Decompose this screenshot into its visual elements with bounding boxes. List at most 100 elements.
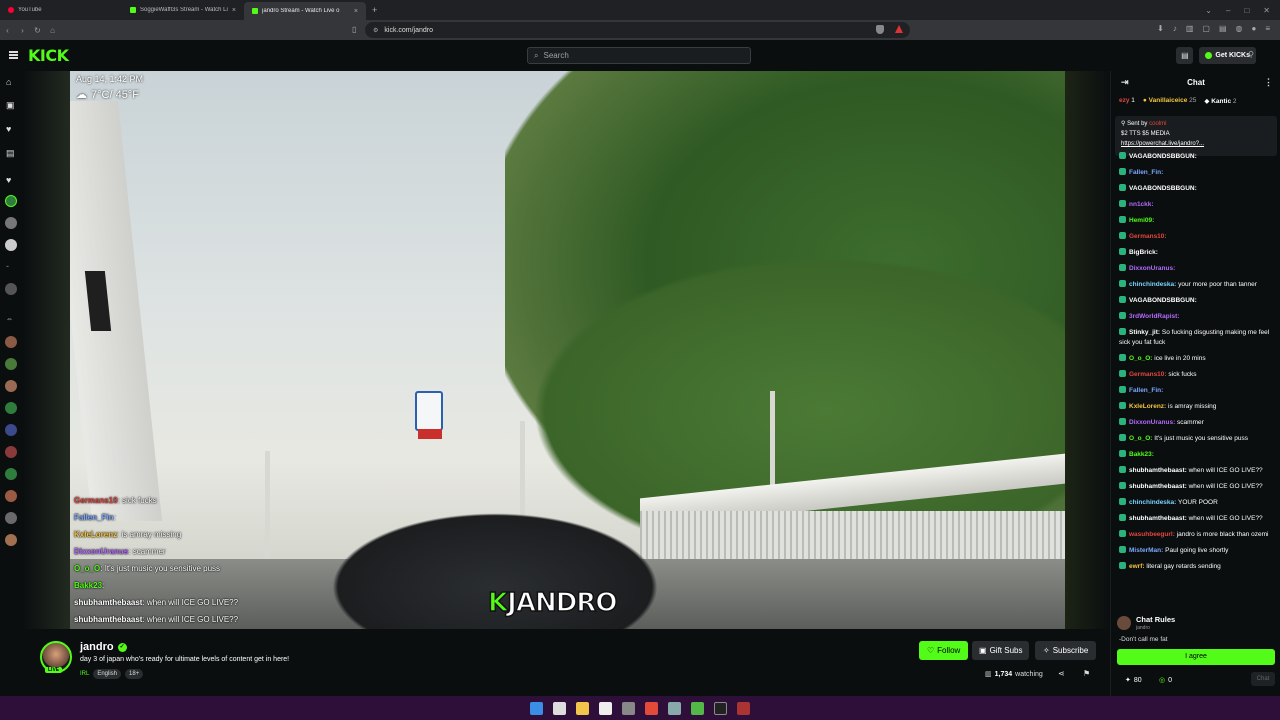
categories-icon[interactable]: ▤: [6, 148, 15, 159]
chat-username[interactable]: nn1ckk:: [1129, 201, 1154, 208]
chat-message[interactable]: O_o_O: ice live in 20 mins: [1119, 351, 1275, 367]
subscribe-button[interactable]: ✧ Subscribe: [1035, 641, 1097, 660]
chat-message[interactable]: Bakk23:: [1119, 447, 1275, 463]
recommended-channel-avatar[interactable]: [5, 534, 17, 546]
close-tab-icon[interactable]: ×: [354, 8, 358, 15]
browse-icon[interactable]: ▣: [6, 100, 15, 111]
profile-icon[interactable]: ●: [1251, 24, 1256, 33]
chat-message[interactable]: ewrf: literal gay retards sending: [1119, 559, 1275, 575]
close-tab-icon[interactable]: ×: [232, 7, 236, 14]
category-link[interactable]: IRL: [80, 671, 89, 677]
minimize-icon[interactable]: –: [1226, 6, 1230, 15]
recommended-channel-avatar[interactable]: [5, 446, 17, 458]
new-tab-icon[interactable]: +: [366, 5, 383, 15]
hamburger-menu-icon[interactable]: [9, 51, 18, 59]
chat-username[interactable]: Stinky_jit:: [1129, 329, 1160, 336]
chat-message[interactable]: Fallen_Fin:: [1119, 165, 1275, 181]
chat-username[interactable]: Hemi09:: [1129, 217, 1154, 224]
menu-icon[interactable]: ≡: [1265, 24, 1270, 33]
app-icon[interactable]: [737, 701, 750, 715]
forward-icon[interactable]: ›: [15, 26, 30, 35]
chat-username[interactable]: chinchindeska:: [1129, 499, 1176, 506]
chat-message[interactable]: 3rdWorldRapist:: [1119, 309, 1275, 325]
chat-message[interactable]: VAGABONDSBBGUN:: [1119, 293, 1275, 309]
chat-message[interactable]: shubhamthebaast: when will ICE GO LIVE??: [1119, 479, 1275, 495]
brave-browser-icon[interactable]: [645, 701, 658, 715]
followed-channel-avatar[interactable]: [5, 217, 17, 229]
follow-button[interactable]: ♡ Follow: [919, 641, 969, 660]
chevron-down-icon[interactable]: ⌄: [1205, 6, 1212, 15]
close-window-icon[interactable]: ✕: [1263, 6, 1270, 15]
followed-channel-avatar[interactable]: [5, 283, 17, 295]
leaderboard-entry[interactable]: ezy 1: [1119, 97, 1135, 105]
chat-message[interactable]: Hemi09:: [1119, 213, 1275, 229]
chat-message[interactable]: KxleLorenz: is amray missing: [1119, 399, 1275, 415]
bookmark-icon[interactable]: ▯: [352, 25, 356, 34]
chat-message[interactable]: Germans10: sick fucks: [1119, 367, 1275, 383]
search-icon[interactable]: [553, 701, 566, 715]
chat-username[interactable]: VAGABONDSBBGUN:: [1129, 297, 1197, 304]
home-icon[interactable]: ⌂: [45, 26, 60, 35]
chat-message[interactable]: chinchindeska: your more poor than tanne…: [1119, 277, 1275, 293]
chat-username[interactable]: shubhamthebaast:: [1129, 515, 1187, 522]
report-icon[interactable]: ⚑: [1083, 669, 1090, 678]
following-icon[interactable]: ♥: [6, 124, 11, 134]
chat-message[interactable]: DixxonUranus:: [1119, 261, 1275, 277]
pinned-link[interactable]: https://powerchat.live/jandro?...: [1121, 139, 1271, 149]
recommended-channel-avatar[interactable]: [5, 336, 17, 348]
gift-subs-button[interactable]: ▣ Gift Subs: [972, 641, 1030, 660]
share-icon[interactable]: ⋖: [1058, 669, 1065, 678]
extensions-icon[interactable]: ▢: [1202, 24, 1210, 33]
sidebar-icon[interactable]: ▥: [1186, 24, 1194, 33]
chat-username[interactable]: shubhamthebaast:: [1129, 467, 1187, 474]
url-field[interactable]: ⚙ kick.com/jandro: [365, 22, 910, 38]
chat-username[interactable]: BigBrick:: [1129, 249, 1158, 256]
chat-message[interactable]: VAGABONDSBBGUN:: [1119, 149, 1275, 165]
clips-button[interactable]: ▤: [1176, 47, 1194, 64]
vpn-icon[interactable]: ◍: [1236, 24, 1243, 33]
app-icon[interactable]: [691, 701, 704, 715]
site-info-icon[interactable]: ⚙: [373, 27, 378, 34]
brave-rewards-icon[interactable]: [895, 25, 903, 33]
chat-message[interactable]: Germans10:: [1119, 229, 1275, 245]
chat-message[interactable]: VAGABONDSBBGUN:: [1119, 181, 1275, 197]
chat-username[interactable]: shubhamthebaast:: [1129, 483, 1187, 490]
recommended-channel-avatar[interactable]: [5, 512, 17, 524]
chat-settings-icon[interactable]: ⋮: [1264, 77, 1273, 88]
chat-message[interactable]: shubhamthebaast: when will ICE GO LIVE??: [1119, 511, 1275, 527]
recommended-channel-avatar[interactable]: [5, 402, 17, 414]
chat-username[interactable]: chinchindeska:: [1129, 281, 1176, 288]
chat-username[interactable]: Bakk23:: [1129, 451, 1154, 458]
chat-message[interactable]: wasuhbeegurl: jandro is more black than …: [1119, 527, 1275, 543]
chat-username[interactable]: O_o_O:: [1129, 355, 1152, 362]
chat-username[interactable]: DixxonUranus:: [1129, 419, 1175, 426]
chat-message[interactable]: Stinky_jit: So fucking disgusting making…: [1119, 325, 1275, 351]
chat-username[interactable]: ewrf:: [1129, 563, 1145, 570]
home-icon[interactable]: ⌂: [6, 77, 11, 87]
leaderboard-entry[interactable]: ● Vanillaiceice 25: [1143, 97, 1196, 105]
calculator-icon[interactable]: [668, 701, 681, 715]
maximize-icon[interactable]: □: [1244, 6, 1249, 15]
leaderboard-entry[interactable]: ◆ Kantic 2: [1204, 97, 1236, 105]
chat-username[interactable]: Fallen_Fin:: [1129, 387, 1163, 394]
kick-logo[interactable]: KICK: [28, 46, 69, 65]
chat-username[interactable]: Germans10:: [1129, 233, 1167, 240]
chat-message[interactable]: Fallen_Fin:: [1119, 383, 1275, 399]
back-icon[interactable]: ‹: [0, 26, 15, 35]
chat-username[interactable]: Fallen_Fin:: [1129, 169, 1163, 176]
recommended-channel-avatar[interactable]: [5, 490, 17, 502]
wallet-icon[interactable]: ▤: [1219, 24, 1227, 33]
chat-message[interactable]: shubhamthebaast: when will ICE GO LIVE??: [1119, 463, 1275, 479]
windows-start-icon[interactable]: [530, 701, 543, 715]
chat-message[interactable]: BigBrick:: [1119, 245, 1275, 261]
chat-username[interactable]: O_o_O:: [1129, 435, 1152, 442]
chat-username[interactable]: wasuhbeegurl:: [1129, 531, 1175, 538]
send-chat-button[interactable]: Chat: [1251, 672, 1275, 686]
chat-username[interactable]: DixxonUranus:: [1129, 265, 1175, 272]
recommended-channel-avatar[interactable]: [5, 358, 17, 370]
channel-name[interactable]: jandro ✓: [80, 641, 127, 653]
download-icon[interactable]: ⬇: [1157, 24, 1164, 33]
collapse-icon[interactable]: ⇔: [6, 316, 13, 323]
browser-tab-youtube[interactable]: YouTube: [0, 1, 122, 19]
mature-tag[interactable]: 18+: [125, 669, 144, 679]
